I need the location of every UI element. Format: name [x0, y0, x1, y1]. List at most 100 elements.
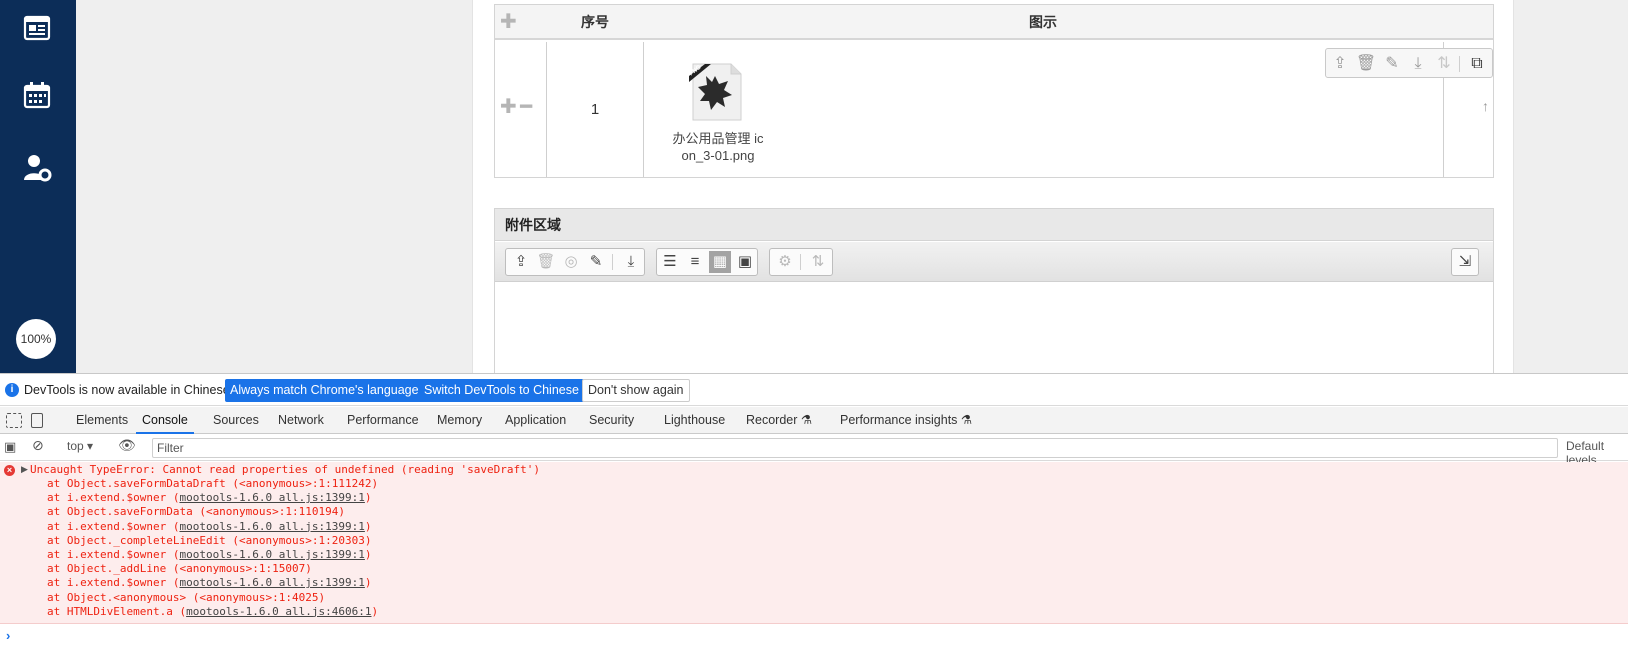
delete-icon[interactable]: 🗑	[1355, 53, 1377, 75]
png-file-icon[interactable]: PNG	[687, 62, 743, 122]
stack-frame: at i.extend.$owner (mootools-1.6.0 all.j…	[47, 520, 372, 533]
stack-frame-tail: )	[371, 604, 379, 618]
tab-performance-insights[interactable]: Performance insights ⚗	[840, 407, 972, 434]
expand-triangle-icon[interactable]: ▶	[21, 464, 28, 475]
add-row-icon[interactable]: ✚	[500, 97, 517, 117]
source-link[interactable]: mootools-1.6.0 all.js:1399:1	[179, 491, 364, 504]
download-icon[interactable]: ⤓	[1407, 53, 1429, 75]
stack-frame-tail: )	[364, 548, 372, 561]
stack-frame-text: at HTMLDivElement.a (	[47, 604, 187, 618]
tab-performance-insights-label: Performance insights	[840, 413, 958, 427]
file-name-line2: on_3-01.png	[681, 148, 755, 163]
source-link[interactable]: mootools-1.6.0 all.js:1399:1	[179, 548, 364, 561]
dont-show-again-button[interactable]: Don't show again	[582, 379, 690, 402]
news-icon[interactable]	[22, 13, 52, 43]
column-header-index: 序号	[581, 14, 609, 30]
stack-frame-tail: )	[364, 576, 372, 590]
tab-recorder[interactable]: Recorder ⚗	[746, 407, 812, 434]
tab-console[interactable]: Console	[136, 407, 194, 434]
user-settings-icon[interactable]	[22, 153, 52, 183]
error-message: Uncaught TypeError: Cannot read properti…	[30, 463, 540, 476]
device-toolbar-icon[interactable]	[31, 413, 43, 428]
sidebar-toggle-icon[interactable]: ▣	[4, 439, 16, 455]
form-sheet: ✚ 序号 图示 ✚ ━ 1 PNG 办公用品管理 ic on_3-01.png …	[472, 0, 1514, 373]
tab-lighthouse[interactable]: Lighthouse	[664, 407, 725, 434]
context-selector[interactable]: top ▾	[67, 439, 93, 453]
stack-frame-text: at i.extend.$owner (	[47, 519, 180, 533]
stack-frame: at Object._addLine (<anonymous>:1:15007)	[47, 562, 312, 575]
stack-frame: at Object.<anonymous> (<anonymous>:1:402…	[47, 591, 325, 604]
list-view-icon[interactable]: ☰	[659, 251, 681, 273]
upload-icon[interactable]: ⇪	[1329, 53, 1351, 75]
context-label: top	[67, 439, 84, 453]
flask-icon: ⚗	[960, 413, 973, 427]
console-filterbar: ▣ ⊘ top ▾ 👁 Default levels	[0, 435, 1628, 467]
sort-icon[interactable]: ⇅	[1433, 53, 1455, 75]
edit-icon[interactable]: ✎	[585, 251, 607, 273]
console-output: × ▶ Uncaught TypeError: Cannot read prop…	[0, 462, 1628, 624]
tab-application[interactable]: Application	[505, 407, 566, 434]
source-link[interactable]: mootools-1.6.0 all.js:1399:1	[179, 576, 364, 589]
stack-frame-text: at i.extend.$owner (	[47, 576, 180, 590]
move-up-icon[interactable]: ↑	[1482, 98, 1489, 114]
delete-icon[interactable]: 🗑	[535, 251, 557, 273]
devtools-panel: i DevTools is now available in Chinese! …	[0, 373, 1628, 670]
info-icon: i	[5, 383, 19, 397]
add-row-icon[interactable]: ✚	[500, 12, 517, 32]
column-header-image: 图示	[1029, 14, 1057, 30]
remove-row-icon[interactable]: ━	[520, 97, 532, 117]
switch-language-button[interactable]: Switch DevTools to Chinese	[419, 379, 584, 402]
calendar-icon[interactable]	[22, 80, 52, 110]
tab-security[interactable]: Security	[589, 407, 634, 434]
tab-sources[interactable]: Sources	[213, 407, 259, 434]
stack-frame: at Object.saveFormDataDraft (<anonymous>…	[47, 477, 378, 490]
source-link[interactable]: mootools-1.6.0 all.js:1399:1	[179, 520, 364, 533]
stack-frame-text: at Object._addLine (<anonymous>:1:15007)	[47, 562, 312, 576]
file-name[interactable]: 办公用品管理 ic on_3-01.png	[663, 130, 773, 164]
file-actions-group: ⇪ 🗑 ◎ ✎ ⤓	[505, 248, 645, 276]
tab-memory[interactable]: Memory	[437, 407, 482, 434]
attachment-toolbar: ⇪ 🗑 ◎ ✎ ⤓ ☰ ≡ ▦ ▣ ⚙ ⇅ ⇲	[495, 242, 1493, 282]
zoom-badge[interactable]: 100%	[16, 319, 56, 359]
clear-console-icon[interactable]: ⊘	[32, 437, 44, 454]
language-infobar: i DevTools is now available in Chinese! …	[0, 374, 1628, 406]
sidebar: 100%	[0, 0, 76, 373]
stack-frame: at i.extend.$owner (mootools-1.6.0 all.j…	[47, 548, 372, 561]
tab-elements[interactable]: Elements	[76, 407, 128, 434]
detail-list-icon[interactable]: ≡	[684, 251, 706, 273]
stack-frame-text: at i.extend.$owner (	[47, 491, 180, 505]
source-link[interactable]: mootools-1.6.0 all.js:4606:1	[186, 605, 371, 618]
stack-frame: at i.extend.$owner (mootools-1.6.0 all.j…	[47, 576, 372, 589]
collapse-icon[interactable]: ⇲	[1454, 251, 1476, 273]
image-table: ✚ 序号 图示 ✚ ━ 1 PNG 办公用品管理 ic on_3-01.png …	[494, 4, 1494, 178]
file-name-line1: 办公用品管理 ic	[672, 131, 764, 146]
stack-frame-text: at Object._completeLineEdit (<anonymous>…	[47, 533, 372, 547]
filter-input[interactable]	[152, 438, 1558, 458]
error-message-row[interactable]: × ▶ Uncaught TypeError: Cannot read prop…	[0, 462, 1628, 478]
stack-frame-text: at Object.saveFormDataDraft (<anonymous>…	[47, 477, 379, 490]
eye-icon[interactable]: 👁	[118, 437, 136, 454]
attachment-title: 附件区域	[495, 209, 1493, 241]
inspect-element-icon[interactable]	[6, 413, 22, 428]
preview-icon[interactable]: ◎	[560, 251, 582, 273]
grid-view-icon[interactable]: ▦	[709, 251, 731, 273]
table-row: ✚ ━ 1 PNG 办公用品管理 ic on_3-01.png ⇪ 🗑 ✎ ⤓ …	[495, 42, 1493, 177]
gear-icon[interactable]: ⚙	[774, 251, 796, 273]
info-message: DevTools is now available in Chinese!	[24, 383, 234, 397]
devtools-tabbar: Elements Console Sources Network Perform…	[0, 407, 1628, 434]
stack-frame: at Object.saveFormData (<anonymous>:1:11…	[47, 505, 345, 518]
console-prompt-icon[interactable]: ›	[6, 628, 10, 643]
error-icon: ×	[4, 465, 15, 476]
image-view-icon[interactable]: ▣	[734, 251, 756, 273]
tab-network[interactable]: Network	[278, 407, 324, 434]
stack-frame: at Object._completeLineEdit (<anonymous>…	[47, 534, 372, 547]
stack-frame-text: at Object.saveFormData (<anonymous>:1:11…	[47, 505, 346, 519]
open-external-icon[interactable]: ⧉	[1466, 53, 1488, 75]
flask-icon: ⚗	[800, 413, 813, 427]
edit-icon[interactable]: ✎	[1381, 53, 1403, 75]
match-language-button[interactable]: Always match Chrome's language	[225, 379, 424, 402]
sort-icon[interactable]: ⇅	[807, 251, 829, 273]
upload-icon[interactable]: ⇪	[510, 251, 532, 273]
tab-performance[interactable]: Performance	[347, 407, 419, 434]
download-icon[interactable]: ⤓	[620, 251, 642, 273]
